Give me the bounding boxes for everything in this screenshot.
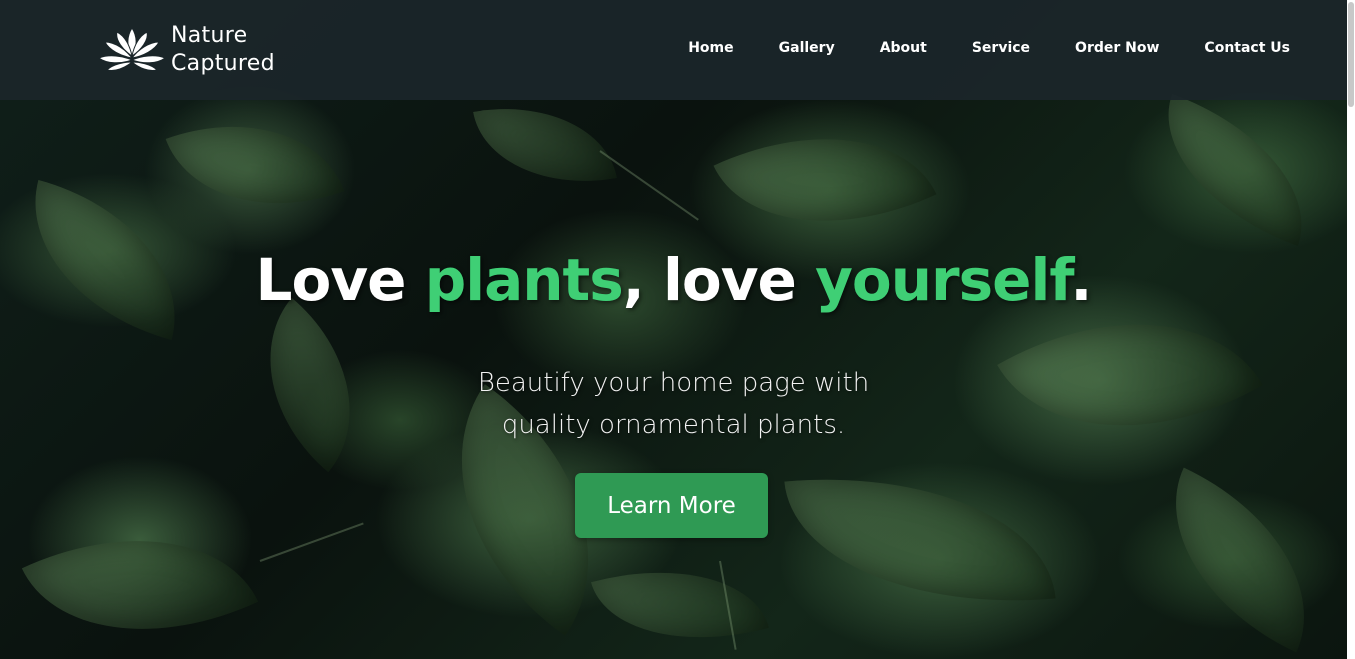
site-header: Nature Captured Home Gallery About Servi…	[0, 0, 1347, 100]
headline-text-3: .	[1070, 246, 1092, 314]
leaf-shape	[21, 483, 259, 659]
nav-service[interactable]: Service	[972, 40, 1030, 56]
hero-subtitle-line2: quality ornamental plants.	[501, 410, 846, 440]
page-scrollbar[interactable]	[1347, 0, 1355, 659]
brand-name: Nature Captured	[171, 22, 275, 78]
nav-order-now[interactable]: Order Now	[1075, 40, 1159, 56]
nav-gallery[interactable]: Gallery	[779, 40, 835, 56]
headline-accent-yourself: yourself	[815, 246, 1071, 314]
headline-text-2: , love	[622, 246, 816, 314]
page: Nature Captured Home Gallery About Servi…	[0, 0, 1355, 659]
leaf-logo-icon	[97, 27, 167, 71]
leaf-shape	[784, 458, 1056, 622]
hero-subtitle: Beautify your home page with quality orn…	[0, 362, 1347, 446]
main-nav: Home Gallery About Service Order Now Con…	[643, 40, 1290, 56]
leaf-shape	[473, 89, 617, 201]
nav-home[interactable]: Home	[688, 40, 733, 56]
hero-headline: Love plants, love yourself.	[0, 246, 1347, 314]
scrollbar-thumb[interactable]	[1348, 2, 1354, 107]
leaf-shape	[165, 87, 345, 243]
brand-name-line1: Nature	[171, 23, 248, 48]
brand-name-line2: Captured	[171, 51, 275, 76]
stem-line	[599, 150, 699, 221]
leaf-shape	[1133, 467, 1347, 653]
nav-about[interactable]: About	[880, 40, 927, 56]
leaf-shape	[1138, 93, 1332, 247]
leaf-shape	[591, 540, 769, 659]
stem-line	[259, 522, 364, 562]
headline-text-1: Love	[255, 246, 425, 314]
headline-accent-plants: plants	[424, 246, 624, 314]
hero-subtitle-line1: Beautify your home page with	[477, 368, 870, 398]
learn-more-button[interactable]: Learn More	[575, 473, 768, 538]
brand-logo-link[interactable]: Nature Captured	[97, 22, 275, 78]
nav-contact-us[interactable]: Contact Us	[1204, 40, 1290, 56]
